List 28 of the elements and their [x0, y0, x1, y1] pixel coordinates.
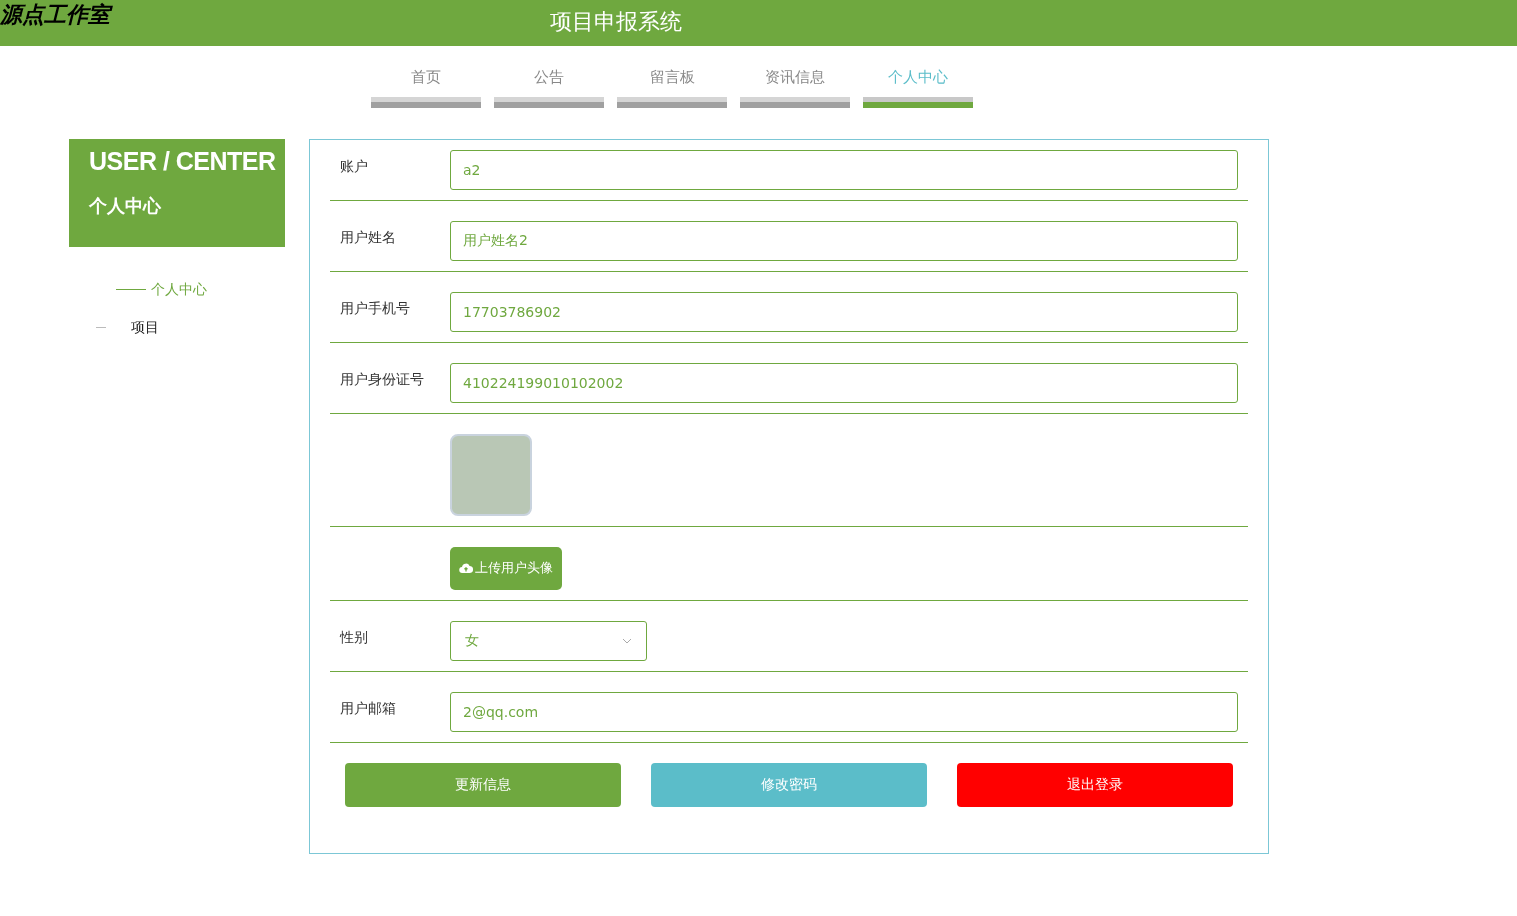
- text-input[interactable]: 2@qq.com: [450, 691, 1238, 732]
- action-button[interactable]: 修改密码: [651, 762, 927, 807]
- field-label: 用户身份证号: [340, 370, 424, 387]
- nav-tab[interactable]: 个人中心: [863, 66, 973, 108]
- site-title: 项目申报系统: [550, 8, 682, 36]
- action-button[interactable]: 更新信息: [345, 762, 621, 807]
- sidebar-item[interactable]: 个人中心: [96, 278, 285, 301]
- nav-tab[interactable]: 首页: [371, 66, 481, 108]
- nav-tab[interactable]: 留言板: [617, 66, 727, 108]
- gender-select[interactable]: 女: [450, 620, 647, 661]
- upload-button[interactable]: 上传用户头像: [450, 546, 562, 590]
- field-label: 用户邮箱: [340, 699, 396, 716]
- text-input[interactable]: 410224199010102002: [450, 362, 1238, 403]
- nav-tab[interactable]: 资讯信息: [740, 66, 850, 108]
- field-label: 账户: [340, 157, 368, 174]
- text-input[interactable]: 用户姓名2: [450, 220, 1238, 261]
- field-label: 用户手机号: [340, 299, 410, 316]
- sidebar-title: USER / CENTER: [89, 145, 277, 177]
- chevron-down-icon: [622, 637, 632, 644]
- text-input[interactable]: 17703786902: [450, 291, 1238, 332]
- sidebar-item[interactable]: 项目: [96, 316, 285, 339]
- nav-tab[interactable]: 公告: [494, 66, 604, 108]
- field-label: 性别: [340, 628, 368, 645]
- action-button[interactable]: 退出登录: [957, 762, 1233, 807]
- cloud-upload-icon: [459, 562, 473, 574]
- field-label: 用户姓名: [340, 228, 396, 245]
- sidebar-subtitle: 个人中心: [89, 194, 162, 218]
- text-input[interactable]: a2: [450, 149, 1238, 190]
